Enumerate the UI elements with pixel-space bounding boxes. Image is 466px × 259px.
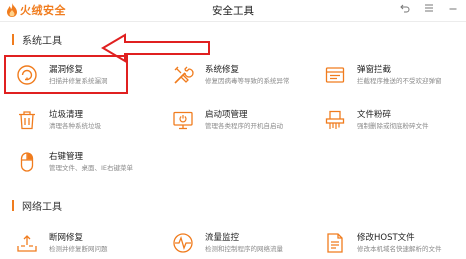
tool-right-click-manager[interactable]: 右键管理 管理文件、桌面、IE右键菜单 xyxy=(14,145,159,179)
trash-clean-icon xyxy=(14,107,40,133)
popup-block-icon xyxy=(322,62,348,88)
section-network-tools: 网络工具 xyxy=(12,198,62,213)
tool-description: 清理各种系统垃圾 xyxy=(49,122,101,130)
title-bar: 火绒安全 安全工具 xyxy=(0,0,466,22)
pointer-arrow-icon xyxy=(101,33,210,63)
tool-name: 文件粉碎 xyxy=(357,110,392,120)
tool-description: 检测并修复断网问题 xyxy=(49,245,108,253)
host-file-icon xyxy=(322,230,348,256)
tool-description: 管理各类程序的开机自启动 xyxy=(205,122,283,130)
back-icon[interactable] xyxy=(398,3,412,16)
tool-network-repair[interactable]: 断网修复 检测并修复断网问题 xyxy=(14,226,159,259)
tool-description: 管理文件、桌面、IE右键菜单 xyxy=(49,164,134,172)
tool-description: 强制删除或彻底粉碎文件 xyxy=(357,122,429,130)
tool-host-file[interactable]: 修改HOST文件 修改本机域名快速解析的文件 xyxy=(322,226,466,259)
window-title: 安全工具 xyxy=(212,5,254,17)
section-title: 网络工具 xyxy=(22,201,62,213)
startup-manager-icon xyxy=(170,107,196,133)
tool-startup-manager[interactable]: 启动项管理 管理各类程序的开机自启动 xyxy=(170,103,315,137)
tool-description: 检测和控制程序的网络流量 xyxy=(205,245,283,253)
section-system-tools: 系统工具 xyxy=(12,32,62,47)
right-click-manager-icon xyxy=(14,149,40,175)
tool-description: 修复因病毒等导致的系统异常 xyxy=(205,77,290,85)
tool-name: 系统修复 xyxy=(205,65,240,75)
file-shredder-icon xyxy=(322,107,348,133)
tool-description: 修改本机域名快速解析的文件 xyxy=(357,245,442,253)
tool-name: 垃圾清理 xyxy=(49,110,84,120)
network-repair-icon xyxy=(14,230,40,256)
tool-popup-block[interactable]: 弹窗拦截 拦截程序推送的不受欢迎弹窗 xyxy=(322,58,466,92)
tool-name: 修改HOST文件 xyxy=(357,233,415,243)
section-accent-bar xyxy=(12,199,14,211)
tool-name: 启动项管理 xyxy=(205,110,248,120)
tool-description: 拦截程序推送的不受欢迎弹窗 xyxy=(357,77,442,85)
tool-name: 右键管理 xyxy=(49,152,84,162)
tool-trash-clean[interactable]: 垃圾清理 清理各种系统垃圾 xyxy=(14,103,159,137)
tool-name: 流量监控 xyxy=(205,233,240,243)
traffic-monitor-icon xyxy=(170,230,196,256)
tool-file-shredder[interactable]: 文件粉碎 强制删除或彻底粉碎文件 xyxy=(322,103,466,137)
minimize-icon[interactable] xyxy=(446,3,460,16)
section-title: 系统工具 xyxy=(22,35,62,47)
tool-name: 弹窗拦截 xyxy=(357,65,392,75)
section-accent-bar xyxy=(12,33,14,45)
tool-name: 断网修复 xyxy=(49,233,84,243)
menu-icon[interactable] xyxy=(422,3,436,16)
system-repair-icon xyxy=(170,62,196,88)
tool-traffic-monitor[interactable]: 流量监控 检测和控制程序的网络流量 xyxy=(170,226,315,259)
